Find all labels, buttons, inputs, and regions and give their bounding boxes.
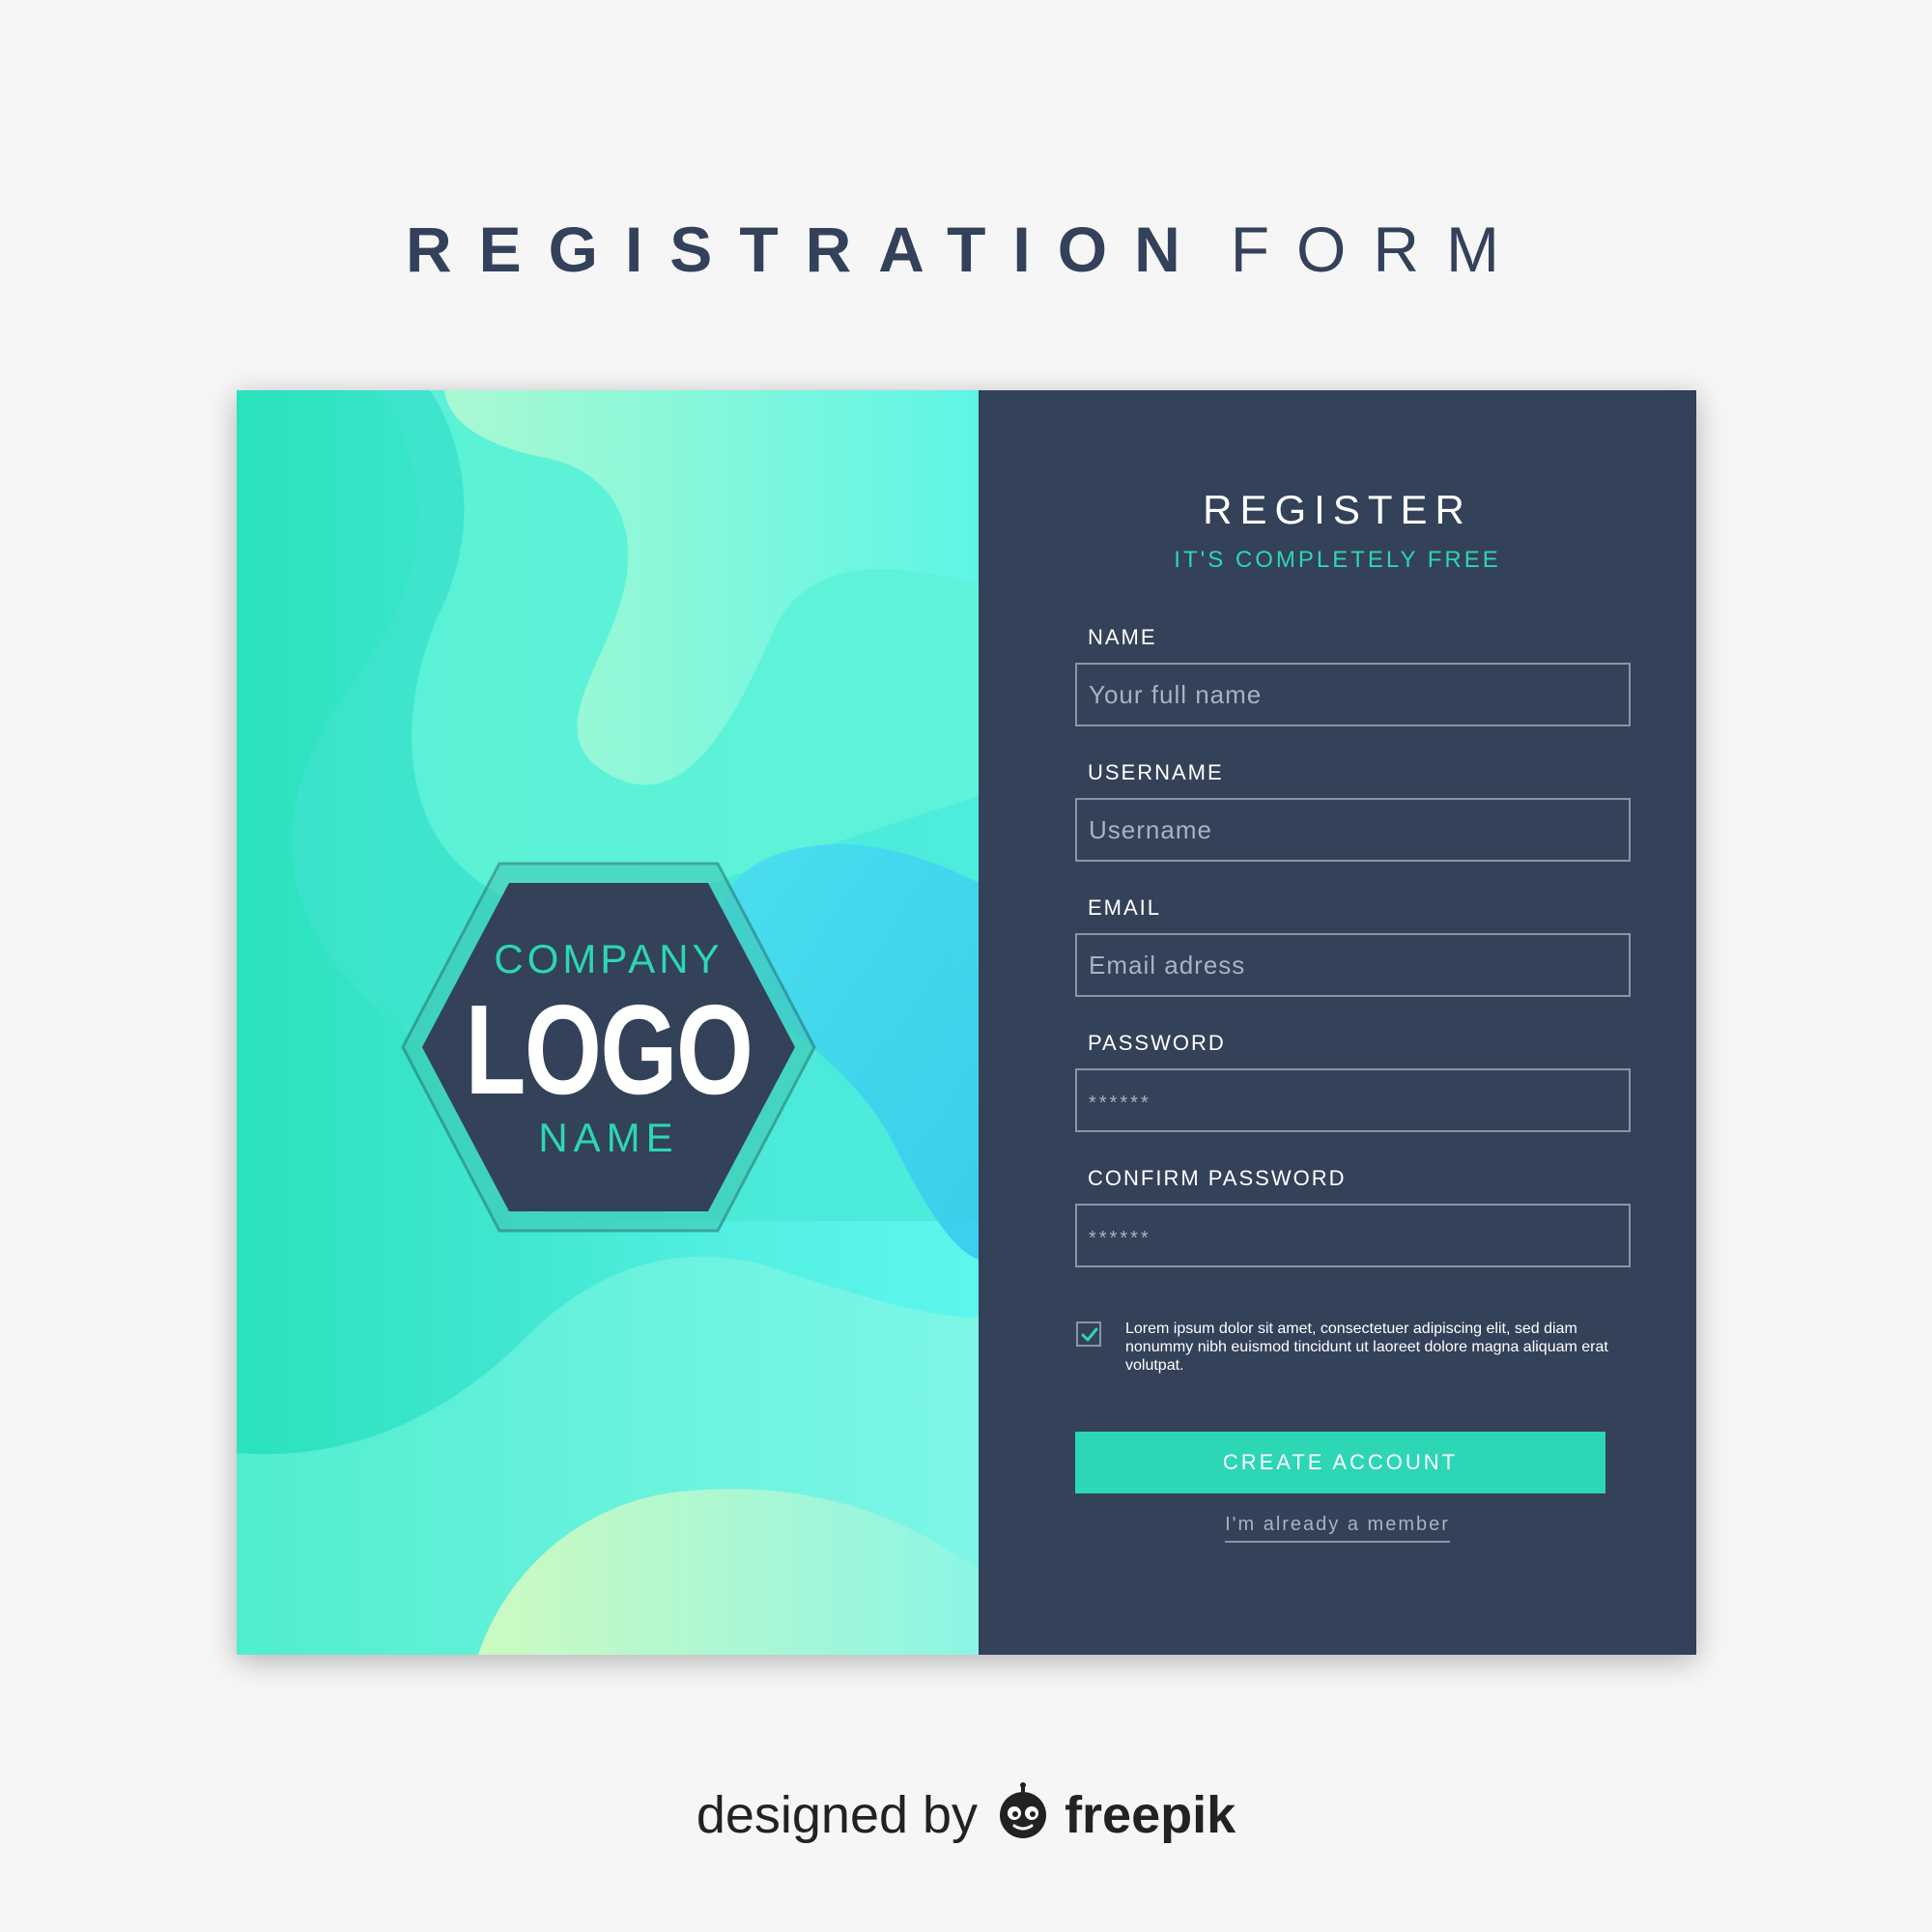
logo-main-text: LOGO <box>465 979 753 1121</box>
name-input[interactable] <box>1075 663 1631 726</box>
heading-bold: REGISTRATION <box>405 213 1208 285</box>
terms-checkbox[interactable] <box>1076 1321 1101 1347</box>
email-input[interactable] <box>1075 933 1631 997</box>
brand-panel: COMPANY LOGO NAME <box>237 390 979 1655</box>
username-input[interactable] <box>1075 798 1631 862</box>
form-subtitle: IT'S COMPLETELY FREE <box>1174 547 1501 573</box>
form-panel: REGISTER IT'S COMPLETELY FREE NAME USERN… <box>979 390 1696 1655</box>
terms-text: Lorem ipsum dolor sit amet, consectetuer… <box>1125 1321 1608 1374</box>
heading-light: FORM <box>1230 213 1527 285</box>
form-title: REGISTER <box>1203 487 1472 532</box>
page-heading: REGISTRATION FORM <box>0 211 1932 288</box>
create-account-button[interactable]: CREATE ACCOUNT <box>1075 1432 1605 1493</box>
logo-company-text: COMPANY <box>494 936 724 981</box>
confirm-password-label: CONFIRM PASSWORD <box>1088 1166 1347 1190</box>
name-label: NAME <box>1088 625 1157 649</box>
already-member-link[interactable]: I'm already a member <box>1225 1514 1450 1543</box>
registration-card: COMPANY LOGO NAME REGISTER IT'S COMPLETE… <box>237 390 1696 1655</box>
credit-prefix: designed by <box>696 1786 979 1844</box>
password-input[interactable] <box>1075 1068 1631 1132</box>
confirm-password-input[interactable] <box>1075 1204 1631 1267</box>
email-label: EMAIL <box>1088 895 1162 920</box>
company-logo: COMPANY LOGO NAME <box>391 854 826 1240</box>
page: REGISTRATION FORM COMPANY LOGO NAME REGI… <box>0 0 1932 1932</box>
username-label: USERNAME <box>1088 760 1224 784</box>
freepik-mascot-icon <box>1000 1782 1047 1838</box>
logo-name-text: NAME <box>538 1115 679 1160</box>
check-icon <box>1081 1327 1098 1342</box>
credit-brand: freepik <box>1065 1786 1236 1844</box>
password-label: PASSWORD <box>1088 1031 1226 1055</box>
member-link-row: I'm already a member <box>979 1514 1696 1543</box>
credit-line: designed by freepik <box>0 1782 1932 1845</box>
